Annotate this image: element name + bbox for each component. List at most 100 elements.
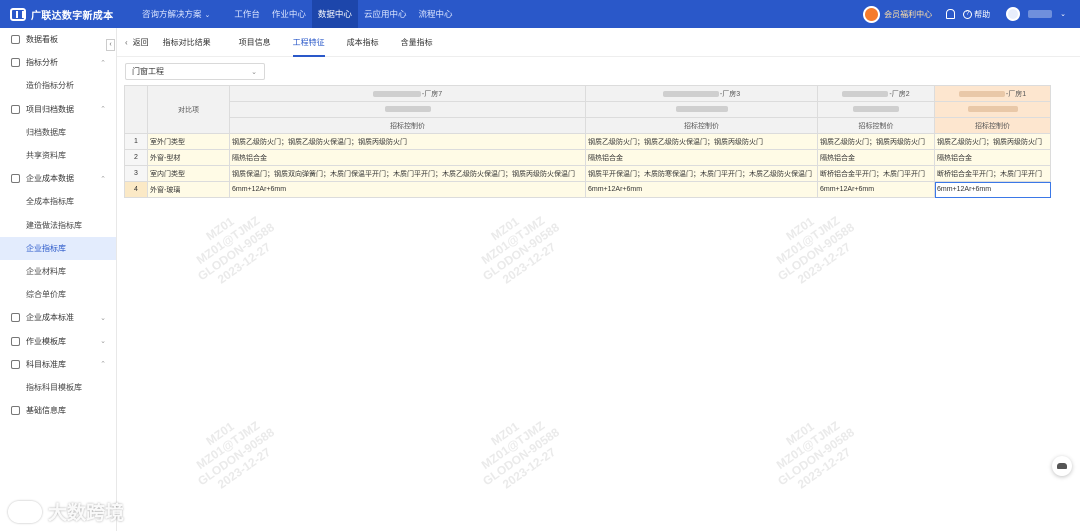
tab-quantity-index[interactable]: 含量指标 <box>401 28 433 57</box>
table-cell[interactable]: 6mm+12Ar+6mm <box>817 181 935 198</box>
nav-process-center[interactable]: 流程中心 <box>412 0 458 28</box>
sidebar-item-dashboard[interactable]: 数据看板 <box>0 28 116 51</box>
column-code <box>229 101 586 118</box>
watermark-line: MZ01@TJMZ <box>193 418 263 473</box>
sidebar-item-enterprise-cost-data[interactable]: 企业成本数据 ⌃ <box>0 167 116 190</box>
watermark-line: 2023-12-27 <box>499 444 559 492</box>
tab-cost-index[interactable]: 成本指标 <box>347 28 379 57</box>
back-button[interactable]: ‹ 返回 <box>125 37 149 48</box>
nav-consulting-solutions[interactable]: 咨询方解决方案 ⌄ <box>136 0 216 28</box>
chevron-down-icon: ⌄ <box>100 314 106 322</box>
table-cell[interactable]: 隔热铝合金 <box>585 149 818 166</box>
brand-watermark-text: 大数跨境 <box>48 503 125 524</box>
avatar[interactable] <box>1006 7 1021 21</box>
watermark: MZ01 MZ01@TJMZ GLODON-90588 2023-12-27 <box>464 402 570 500</box>
sidebar-item-cost-index-analysis[interactable]: 造价指标分析 <box>0 74 116 97</box>
sidebar-item-enterprise-cost-standard[interactable]: 企业成本标准 ⌄ <box>0 306 116 329</box>
row-item: 室内门类型 <box>147 165 230 182</box>
redacted-text <box>662 90 719 97</box>
watermark-line: 2023-12-27 <box>214 444 274 492</box>
chevron-up-icon: ⌃ <box>100 175 106 183</box>
sidebar-item-label: 作业模板库 <box>26 336 66 346</box>
watermark: MZ01 MZ01@TJMZ GLODON-90588 2023-12-27 <box>759 402 865 500</box>
sidebar-item-subject-template[interactable]: 指标科目模板库 <box>0 376 116 399</box>
column-header: -厂房2 <box>817 85 935 102</box>
chevron-down-icon: ⌄ <box>204 12 211 19</box>
main-nav: 咨询方解决方案 ⌄ 工作台 作业中心 数据中心 云应用中心 流程中心 <box>122 0 458 28</box>
table-cell[interactable]: 隔热铝合金 <box>934 149 1051 166</box>
column-code <box>934 101 1051 118</box>
archive-icon <box>11 104 20 114</box>
sidebar-item-construction-method-index[interactable]: 建造做法指标库 <box>0 214 116 237</box>
nav-workbench[interactable]: 工作台 <box>228 0 266 28</box>
top-right-tools: 会员福利中心 ? 帮助 ⌄ <box>863 5 1080 23</box>
sidebar-item-archive-db[interactable]: 归档数据库 <box>0 121 116 144</box>
table-cell[interactable]: 钢质乙级防火门；钢质乙级防火保温门；钢质丙级防火门 <box>585 133 818 150</box>
watermark-line: GLODON-90588 <box>775 425 857 489</box>
table-cell[interactable]: 钢质平开保温门；木质防寒保温门；木质门平开门；木质乙级防火保温门 <box>585 165 818 182</box>
help-label: 帮助 <box>974 9 991 19</box>
assistant-robot-button[interactable] <box>1052 456 1072 476</box>
table-cell[interactable]: 6mm+12Ar+6mm <box>229 181 586 198</box>
tab-bar: ‹ 返回 指标对比结果 项目信息 工程特征 成本指标 含量指标 <box>117 28 1080 57</box>
table-cell[interactable]: 6mm+12Ar+6mm <box>585 181 818 198</box>
vip-center-link[interactable]: 会员福利中心 <box>863 5 932 23</box>
sidebar-item-index-analysis[interactable]: 指标分析 ⌃ <box>0 51 116 74</box>
sidebar-item-label: 数据看板 <box>26 35 58 45</box>
sidebar-item-label: 企业成本标准 <box>26 313 74 323</box>
sidebar-item-label: 基础信息库 <box>26 406 66 416</box>
database-icon <box>11 406 20 416</box>
watermark: MZ01 MZ01@TJMZ GLODON-90588 2023-12-27 <box>759 197 865 295</box>
sidebar-item-task-templates[interactable]: 作业模板库 ⌄ <box>0 329 116 352</box>
sidebar-item-enterprise-index[interactable]: 企业指标库 <box>0 236 116 260</box>
chevron-up-icon: ⌃ <box>100 59 106 67</box>
table-cell-selected[interactable]: 6mm+12Ar+6mm <box>934 181 1051 198</box>
monitor-icon <box>11 58 20 68</box>
table-cell[interactable]: 钢质乙级防火门；钢质丙级防火门 <box>934 133 1051 150</box>
table-cell[interactable]: 隔热铝合金 <box>229 149 586 166</box>
nav-task-center[interactable]: 作业中心 <box>266 0 312 28</box>
bell-icon[interactable] <box>946 9 956 19</box>
watermark-line: MZ01 <box>203 214 237 244</box>
table-cell[interactable]: 钢质乙级防火门；钢质丙级防火门 <box>817 133 935 150</box>
project-name: -厂房2 <box>820 89 932 99</box>
sidebar-item-basic-info[interactable]: 基础信息库 <box>0 399 116 422</box>
watermark-line: GLODON-90588 <box>480 425 562 489</box>
sidebar-item-project-archive[interactable]: 项目归档数据 ⌃ <box>0 98 116 121</box>
table-row: 4 外窗-玻璃 6mm+12Ar+6mm 6mm+12Ar+6mm 6mm+12… <box>124 181 1051 198</box>
watermark-line: 2023-12-27 <box>214 239 274 287</box>
watermark-line: GLODON-90588 <box>195 220 277 284</box>
watermark: MZ01 MZ01@TJMZ GLODON-90588 2023-12-27 <box>179 197 285 295</box>
sidebar-item-shared-library[interactable]: 共享资料库 <box>0 144 116 167</box>
row-number: 2 <box>124 149 148 166</box>
redacted-text <box>842 90 889 97</box>
main-content: ‹ 返回 指标对比结果 项目信息 工程特征 成本指标 含量指标 门窗工程 ⌄ 对比… <box>117 28 1080 531</box>
watermark-line: MZ01 <box>783 419 817 449</box>
table-cell[interactable]: 隔热铝合金 <box>817 149 935 166</box>
table-header-row <box>125 101 1051 118</box>
work-type-select[interactable]: 门窗工程 ⌄ <box>125 63 265 80</box>
chevron-down-icon[interactable]: ⌄ <box>1060 10 1066 18</box>
nav-cloud-apps[interactable]: 云应用中心 <box>358 0 413 28</box>
table-cell[interactable]: 钢质乙级防火门；钢质乙级防火保温门；钢质丙级防火门 <box>229 133 586 150</box>
table-cell[interactable]: 断桥铝合金平开门；木质门平开门 <box>934 165 1051 182</box>
chevron-up-icon: ⌃ <box>100 361 106 369</box>
sidebar-item-subject-standard[interactable]: 科目标准库 ⌃ <box>0 353 116 376</box>
project-suffix: -厂房1 <box>1005 90 1027 98</box>
help-link[interactable]: ? 帮助 <box>963 9 990 20</box>
sidebar-item-unit-price[interactable]: 综合单价库 <box>0 283 116 306</box>
column-price-type: 招标控制价 <box>934 117 1051 134</box>
app-logo[interactable]: 广联达数字新成本 <box>0 7 122 22</box>
column-price-type: 招标控制价 <box>817 117 935 134</box>
sidebar-item-enterprise-material[interactable]: 企业材料库 <box>0 260 116 283</box>
redacted-text <box>958 90 1005 97</box>
watermark-line: MZ01 <box>783 214 817 244</box>
tab-engineering-features[interactable]: 工程特征 <box>292 28 325 57</box>
tab-project-info[interactable]: 项目信息 <box>239 28 271 57</box>
table-cell[interactable]: 钢质保温门；钢质双向弹簧门；木质门保温平开门；木质门平开门；木质乙级防火保温门；… <box>229 165 586 182</box>
table-cell[interactable]: 断桥铝合金平开门；木质门平开门 <box>817 165 935 182</box>
nav-data-center[interactable]: 数据中心 <box>311 0 358 28</box>
app-title: 广联达数字新成本 <box>31 10 114 22</box>
sidebar-item-full-cost-index[interactable]: 全成本指标库 <box>0 190 116 213</box>
chevron-up-icon: ⌃ <box>100 106 106 114</box>
